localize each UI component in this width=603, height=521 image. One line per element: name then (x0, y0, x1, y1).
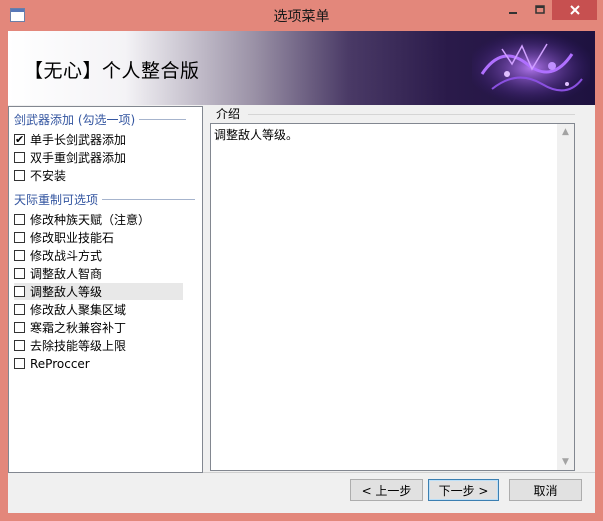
cancel-button[interactable]: 取消 (509, 479, 582, 501)
checkbox[interactable] (14, 268, 25, 279)
option-enemy-ai[interactable]: 调整敌人智商 (14, 265, 183, 282)
option-label: 修改敌人聚集区域 (30, 303, 127, 317)
group-header-skyre: 天际重制可选项 (14, 191, 196, 208)
options-list[interactable]: 剑武器添加 (勾选一项) 单手长剑武器添加 双手重剑武器添加 不安装 天际重制可… (8, 106, 203, 473)
option-label: 单手长剑武器添加 (30, 133, 127, 147)
group-title: 剑武器添加 (勾选一项) (14, 113, 136, 127)
checkbox[interactable] (14, 152, 25, 163)
option-label: 调整敌人智商 (30, 267, 103, 281)
check-icon[interactable] (14, 134, 25, 145)
option-label: 寒霜之秋兼容补丁 (30, 321, 127, 335)
group-title: 天际重制可选项 (14, 193, 99, 207)
option-one-hand-sword[interactable]: 单手长剑武器添加 (14, 131, 183, 148)
option-label: 调整敌人等级 (30, 285, 103, 299)
option-enemy-level[interactable]: 调整敌人等级 (14, 283, 183, 300)
maximize-icon (534, 5, 545, 14)
checkbox[interactable] (14, 232, 25, 243)
title-bar[interactable]: 选项菜单 (0, 0, 603, 31)
vertical-scrollbar[interactable]: ▲ ▼ (557, 124, 574, 470)
option-two-hand-sword[interactable]: 双手重剑武器添加 (14, 149, 183, 166)
option-combat-style[interactable]: 修改战斗方式 (14, 247, 183, 264)
option-skill-stones[interactable]: 修改职业技能石 (14, 229, 183, 246)
option-label: 修改职业技能石 (30, 231, 115, 245)
banner-title: 【无心】个人整合版 (24, 60, 200, 82)
minimize-button[interactable] (500, 0, 526, 20)
option-frostfall-patch[interactable]: 寒霜之秋兼容补丁 (14, 319, 183, 336)
chevron-down-icon[interactable]: ▼ (557, 454, 574, 470)
checkbox[interactable] (14, 304, 25, 315)
checkbox[interactable] (14, 340, 25, 351)
checkbox[interactable] (14, 170, 25, 181)
option-label: 修改种族天赋（注意） (30, 213, 151, 227)
description-group: 介绍 调整敌人等级。 ▲ ▼ (203, 104, 595, 474)
close-button[interactable] (552, 0, 597, 20)
minimize-icon (509, 12, 517, 14)
checkbox[interactable] (14, 322, 25, 333)
group-divider (102, 199, 196, 200)
option-enemy-zones[interactable]: 修改敌人聚集区域 (14, 301, 183, 318)
option-label: 双手重剑武器添加 (30, 151, 127, 165)
description-label: 介绍 (216, 107, 241, 121)
installer-window: 选项菜单 【无心】个人整合版 剑武器添加 (勾选一项) ✔ 单手长剑武器添加 双… (0, 0, 603, 521)
description-text: 调整敌人等级。 (214, 128, 299, 142)
checkbox[interactable] (14, 250, 25, 261)
option-race-talent[interactable]: 修改种族天赋（注意） (14, 211, 183, 228)
client-area: 【无心】个人整合版 剑武器添加 (勾选一项) ✔ 单手长剑武器添加 双手重剑武器… (8, 31, 595, 513)
option-no-install[interactable]: 不安装 (14, 167, 183, 184)
option-label: 去除技能等级上限 (30, 339, 127, 353)
description-textbox[interactable]: 调整敌人等级。 ▲ ▼ (210, 123, 575, 471)
checkbox[interactable] (14, 286, 25, 297)
option-uncap-skills[interactable]: 去除技能等级上限 (14, 337, 183, 354)
chevron-up-icon[interactable]: ▲ (557, 124, 574, 140)
header-banner: 【无心】个人整合版 (8, 31, 595, 105)
maximize-button[interactable] (527, 0, 552, 20)
option-label: 修改战斗方式 (30, 249, 103, 263)
option-reproccer[interactable]: ReProccer (14, 355, 183, 372)
arrow-knee-logo-image (472, 34, 590, 102)
group-header-sword: 剑武器添加 (勾选一项) (14, 111, 187, 128)
option-label: ReProccer (30, 356, 90, 371)
close-icon (569, 5, 580, 15)
next-button[interactable]: 下一步 > (428, 479, 499, 501)
checkbox[interactable] (14, 214, 25, 225)
button-bar-divider (203, 472, 595, 473)
checkbox[interactable] (14, 358, 25, 369)
description-divider (248, 114, 575, 115)
back-button[interactable]: < 上一步 (350, 479, 423, 501)
option-label: 不安装 (30, 169, 67, 183)
group-divider (139, 119, 187, 120)
